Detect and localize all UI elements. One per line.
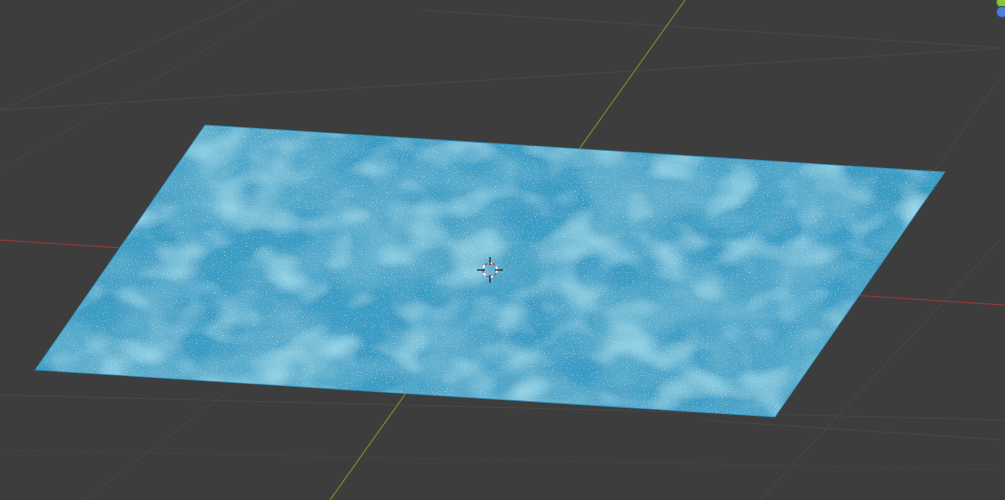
viewport-canvas[interactable] (0, 0, 1005, 500)
3d-viewport[interactable] (0, 0, 1005, 500)
navigation-gizmo[interactable] (993, 0, 1005, 22)
gizmo-z-axis-icon[interactable] (996, 6, 1005, 18)
water-plane[interactable] (35, 125, 945, 417)
